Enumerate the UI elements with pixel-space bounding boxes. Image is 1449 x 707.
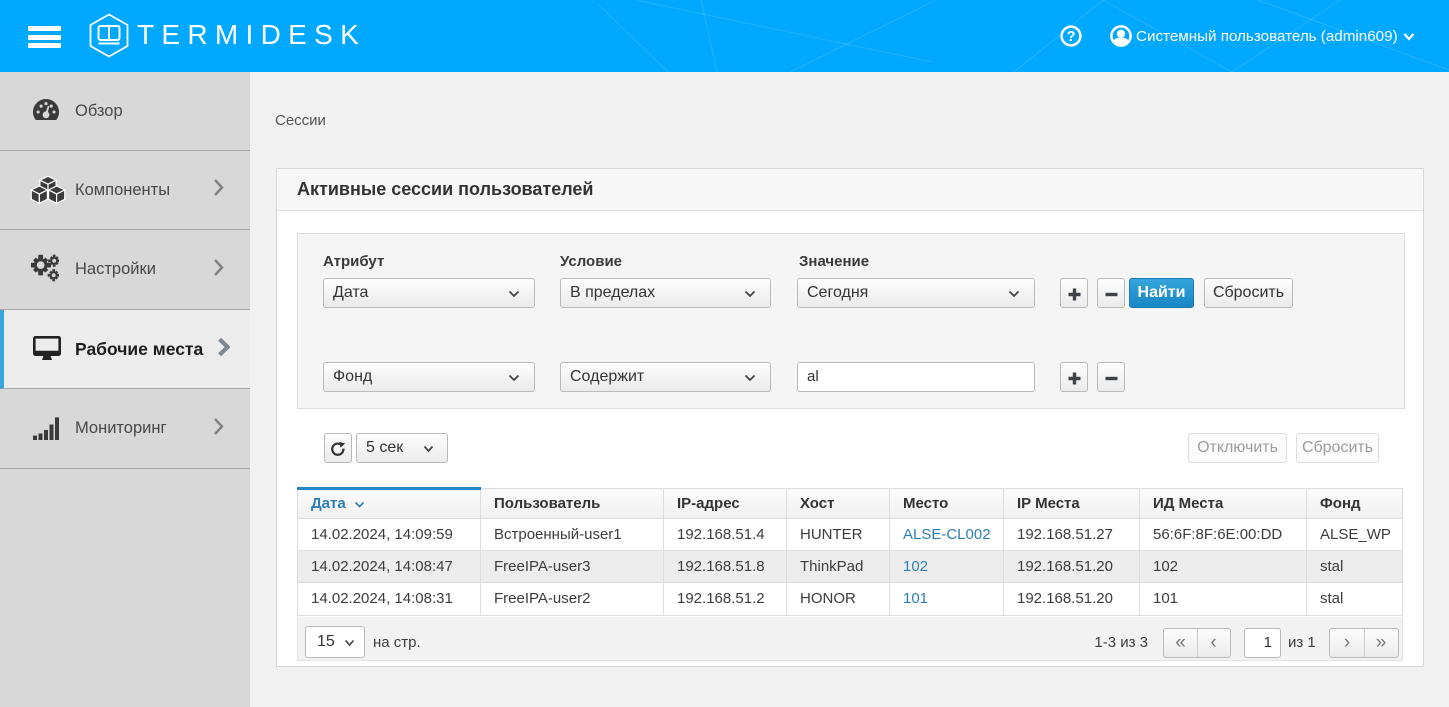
svg-text:?: ? [1067, 29, 1076, 45]
